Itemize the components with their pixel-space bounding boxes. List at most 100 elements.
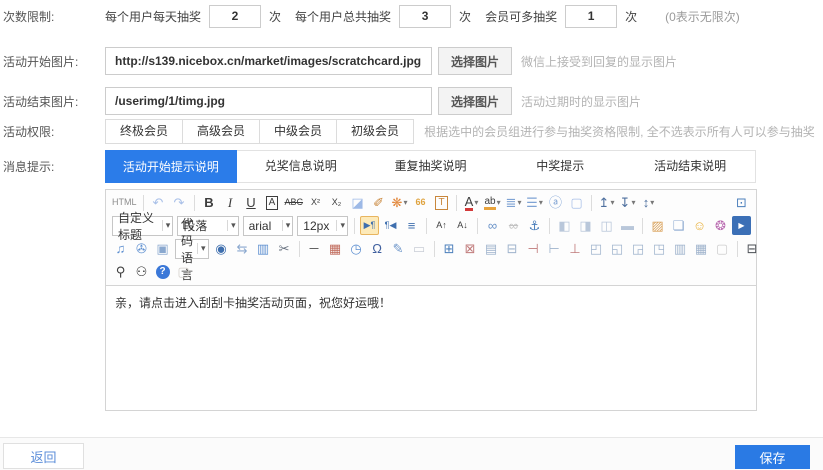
start-image-pick-button[interactable]: 选择图片	[438, 47, 512, 75]
indent-icon[interactable]: ↥▾	[597, 193, 616, 212]
ordered-list-icon[interactable]: ≣▾	[504, 193, 523, 212]
editor-content[interactable]: 亲，请点击进入刮刮卡抽奖活动页面，祝您好运哦！	[106, 286, 756, 410]
font-size-down-icon[interactable]: A↓	[453, 216, 472, 235]
preview-icon[interactable]: ⚲	[111, 262, 130, 281]
screenshot-icon[interactable]: ✂	[275, 239, 294, 258]
full-table-icon[interactable]: ▦	[692, 239, 711, 258]
bold-icon[interactable]: B	[200, 193, 219, 212]
table-doc-icon[interactable]: ▢	[713, 239, 732, 258]
back-button[interactable]: 返回	[3, 443, 84, 469]
delete-row-icon[interactable]: ⊢	[545, 239, 564, 258]
emoji-icon[interactable]: ☺	[690, 216, 709, 235]
horizontal-rule-icon[interactable]: —	[305, 239, 324, 258]
merge-right-icon[interactable]: ◱	[608, 239, 627, 258]
icon-glyph: ↕	[643, 193, 650, 212]
image-manager-icon[interactable]: ❏	[669, 216, 688, 235]
dir-ltr-icon[interactable]: ▶¶	[360, 216, 379, 235]
end-image-pick-button[interactable]: 选择图片	[438, 87, 512, 115]
split-col-icon[interactable]: ▥	[671, 239, 690, 258]
find-replace-icon[interactable]: ⚇	[132, 262, 151, 281]
spell-check-icon[interactable]: ✎	[389, 239, 408, 258]
image-center-icon[interactable]: ◨	[576, 216, 595, 235]
line-height-icon[interactable]: ↕▾	[639, 193, 658, 212]
italic-icon[interactable]: I	[221, 193, 240, 212]
message-tab[interactable]: 兑奖信息说明	[236, 151, 366, 182]
video-icon[interactable]: ▶	[732, 216, 751, 235]
redo-icon[interactable]: ↷	[170, 193, 189, 212]
end-image-input[interactable]	[105, 87, 432, 115]
message-tab[interactable]: 活动开始提示说明	[105, 150, 237, 183]
delete-col-icon[interactable]: ⊥	[566, 239, 585, 258]
member-level-button[interactable]: 终极会员	[105, 119, 183, 144]
font-family-select[interactable]: arial▾	[243, 216, 294, 236]
unordered-list-icon[interactable]: ☰▾	[525, 193, 544, 212]
save-button[interactable]: 保存	[735, 445, 810, 469]
limit-field-label: 会员可多抽奖	[485, 8, 557, 25]
anchor-icon[interactable]: ⚓	[525, 216, 544, 235]
split-row-icon[interactable]: ◳	[650, 239, 669, 258]
anchor-text-icon[interactable]: ⓐ	[546, 193, 565, 212]
fullscreen-icon[interactable]: ⊡	[732, 193, 751, 212]
format-painter-icon[interactable]: ✐	[369, 193, 388, 212]
insert-image-icon[interactable]: ▨	[648, 216, 667, 235]
insert-col-icon[interactable]: ⊣	[524, 239, 543, 258]
font-size-up-icon[interactable]: A↑	[432, 216, 451, 235]
message-tab[interactable]: 重复抽奖说明	[366, 151, 496, 182]
font-border-icon[interactable]: A	[263, 193, 282, 212]
member-level-button[interactable]: 高级会员	[182, 119, 260, 144]
blank-page-icon[interactable]: ▢	[567, 193, 586, 212]
heading-select[interactable]: 自定义标题▾	[112, 216, 173, 236]
music-icon[interactable]: ♫	[111, 239, 130, 258]
iframe-icon[interactable]: ▥	[254, 239, 273, 258]
special-char-icon[interactable]: Ω	[368, 239, 387, 258]
date-icon[interactable]: ▦	[326, 239, 345, 258]
message-tab[interactable]: 中奖提示	[495, 151, 625, 182]
chevron-down-icon: ▾	[282, 220, 291, 231]
insert-table-icon[interactable]: ⊞	[440, 239, 459, 258]
font-size-select[interactable]: 12px▾	[297, 216, 348, 236]
limit-count-input[interactable]	[209, 5, 261, 28]
dir-rtl-icon[interactable]: ¶◀	[381, 216, 400, 235]
member-level-button[interactable]: 初级会员	[336, 119, 414, 144]
underline-icon[interactable]: U	[242, 193, 261, 212]
subscript-icon[interactable]: X₂	[327, 193, 346, 212]
limit-count-input[interactable]	[399, 5, 451, 28]
start-image-input[interactable]	[105, 47, 432, 75]
attachment-icon[interactable]: ✇	[132, 239, 151, 258]
highlight-color-icon[interactable]: ab▾	[483, 193, 502, 212]
help-icon[interactable]: ?	[153, 262, 172, 281]
superscript-icon[interactable]: X²	[306, 193, 325, 212]
insert-code-icon[interactable]: ▣	[153, 239, 172, 258]
page-break-icon[interactable]: ⇆	[233, 239, 252, 258]
insert-row-icon[interactable]: ⊟	[503, 239, 522, 258]
print-icon[interactable]: ⊟	[743, 239, 762, 258]
paragraph-space-icon[interactable]: ↧▾	[618, 193, 637, 212]
limit-count-input[interactable]	[565, 5, 617, 28]
icon-glyph: ⊡	[736, 193, 747, 212]
link-icon[interactable]: ∞	[483, 216, 502, 235]
code-language-select[interactable]: 代码语言▾	[175, 239, 209, 259]
member-level-button[interactable]: 中级会员	[259, 119, 337, 144]
auto-typeset-icon[interactable]: ❋▾	[390, 193, 409, 212]
table-title-icon[interactable]: ▤	[482, 239, 501, 258]
image-left-icon[interactable]: ◧	[555, 216, 574, 235]
scrawl-icon[interactable]: ❂	[711, 216, 730, 235]
paste-icon[interactable]: ▢	[174, 262, 193, 281]
word-image-icon[interactable]: ▭	[410, 239, 429, 258]
merge-cells-icon[interactable]: ◰	[587, 239, 606, 258]
paste-text-icon[interactable]: T	[432, 193, 451, 212]
blockquote-icon[interactable]: 66	[411, 193, 430, 212]
image-right-icon[interactable]: ◫	[597, 216, 616, 235]
strikethrough-icon[interactable]: ABC	[284, 193, 305, 212]
delete-table-icon[interactable]: ⊠	[461, 239, 480, 258]
map-icon[interactable]: ◉	[212, 239, 231, 258]
font-color-icon[interactable]: A▾	[462, 193, 481, 212]
eraser-icon[interactable]: ◪	[348, 193, 367, 212]
unlink-icon[interactable]: ∞	[504, 216, 523, 235]
time-icon[interactable]: ◷	[347, 239, 366, 258]
paragraph-format-icon[interactable]: ≡	[402, 216, 421, 235]
message-tab[interactable]: 活动结束说明	[625, 151, 755, 182]
merge-down-icon[interactable]: ◲	[629, 239, 648, 258]
image-inline-icon[interactable]: ▬	[618, 216, 637, 235]
chevron-down-icon: ▾	[631, 193, 635, 212]
